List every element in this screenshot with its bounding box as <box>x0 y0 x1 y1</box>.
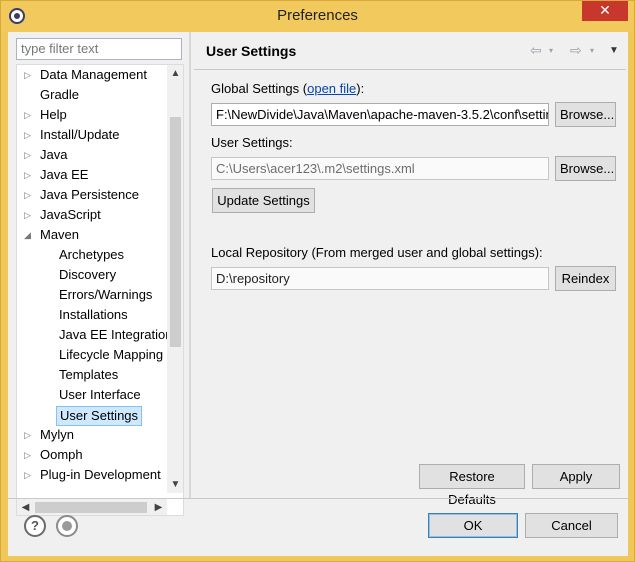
open-file-link[interactable]: open file <box>307 81 356 96</box>
title-bar[interactable]: Preferences ✕ <box>1 1 634 32</box>
collapsed-arrow-icon[interactable]: ▷ <box>24 65 34 85</box>
view-menu-icon[interactable]: ▼ <box>609 45 619 56</box>
cancel-button[interactable]: Cancel <box>525 513 618 538</box>
tree-item-label: Java <box>40 147 68 162</box>
scroll-thumb-horizontal[interactable] <box>35 502 147 513</box>
tree-item[interactable]: ▷ Mylyn <box>17 425 167 445</box>
help-icon[interactable]: ? <box>24 515 46 537</box>
tree-item[interactable]: Discovery <box>17 265 167 285</box>
page-title: User Settings <box>206 43 297 59</box>
tree-item-label: Templates <box>59 367 119 382</box>
global-settings-label-suffix: ): <box>356 81 365 96</box>
user-browse-button[interactable]: Browse... <box>555 156 616 181</box>
tree-item-label: Oomph <box>40 447 83 462</box>
tree-item[interactable]: Lifecycle Mapping <box>17 345 167 365</box>
tree-item[interactable]: Archetypes <box>17 245 167 265</box>
pane-divider[interactable] <box>189 32 191 498</box>
tree-item-label: Install/Update <box>40 127 120 142</box>
scroll-right-icon[interactable]: ▶ <box>150 499 167 515</box>
tree-item-label: Data Management <box>40 67 147 82</box>
tree-item-label: User Settings <box>56 406 143 426</box>
tree-item-label: Plug-in Development <box>40 467 161 482</box>
tree-item[interactable]: Installations <box>17 305 167 325</box>
tree-item[interactable]: User Settings <box>17 405 167 426</box>
footer-separator <box>8 498 628 499</box>
preferences-tree: ▷ Plug-in Development ▷ Oomph ▷ Mylyn User Set… <box>16 64 184 516</box>
tree-vertical-scrollbar[interactable]: ▲ ▼ <box>167 65 183 493</box>
tree-item[interactable]: User Interface <box>17 385 167 405</box>
tree-item-label: Installations <box>59 307 128 322</box>
reindex-button[interactable]: Reindex <box>555 266 616 291</box>
window-title: Preferences <box>277 7 358 24</box>
tree-item-label: Java EE Integration <box>59 327 173 342</box>
scroll-down-icon[interactable]: ▼ <box>167 476 183 493</box>
tree-item[interactable]: ◢ Maven <box>17 225 167 245</box>
tree-item-label: Help <box>40 107 67 122</box>
update-settings-button[interactable]: Update Settings <box>212 188 315 213</box>
collapsed-arrow-icon[interactable]: ▷ <box>24 145 34 165</box>
tree-item-label: Discovery <box>59 267 117 282</box>
collapsed-arrow-icon[interactable]: ▷ <box>24 185 34 205</box>
collapsed-arrow-icon[interactable]: ▷ <box>24 425 34 445</box>
collapsed-arrow-icon[interactable]: ▷ <box>24 105 34 125</box>
tree-item[interactable]: ▷ Plug-in Development <box>17 465 167 485</box>
tree-item[interactable]: Java EE Integration <box>17 325 172 345</box>
preferences-window: Preferences ✕ type filter text ▷ Plug-in … <box>0 0 635 562</box>
tree-item[interactable]: ▷ Data Management <box>17 65 167 85</box>
ok-button[interactable]: OK <box>428 513 518 538</box>
global-settings-label: Global Settings (open file): <box>211 81 364 96</box>
tree-item-label: Errors/Warnings <box>59 287 153 302</box>
tree-item[interactable]: Templates <box>17 365 167 385</box>
tree-item-label: Mylyn <box>40 427 74 442</box>
tree-item[interactable]: ▷ JavaScript <box>17 205 167 225</box>
scroll-up-icon[interactable]: ▲ <box>167 65 183 82</box>
collapsed-arrow-icon[interactable]: ▷ <box>24 165 34 185</box>
close-button[interactable]: ✕ <box>582 1 628 21</box>
tree-item-label: Java Persistence <box>40 187 139 202</box>
apply-button[interactable]: Apply <box>532 464 620 489</box>
user-settings-label: User Settings: <box>211 135 293 150</box>
tree-item-label: Java EE <box>40 167 89 182</box>
tree-item-label: Lifecycle Mapping <box>59 347 164 362</box>
collapsed-arrow-icon[interactable]: ▷ <box>24 125 34 145</box>
local-repository-label: Local Repository (From merged user and g… <box>211 245 543 260</box>
tree-item[interactable]: ▷ Java <box>17 145 167 165</box>
tree-horizontal-scrollbar[interactable]: ◀ ▶ <box>17 499 167 515</box>
forward-arrow-icon[interactable]: ⇨ <box>570 42 582 59</box>
import-export-icon[interactable] <box>56 515 78 537</box>
tree-item-label: Maven <box>40 227 80 242</box>
back-dropdown-icon[interactable]: ▾ <box>549 46 553 55</box>
collapsed-arrow-icon[interactable]: ▷ <box>24 445 34 465</box>
scroll-thumb[interactable] <box>170 117 181 347</box>
tree-item[interactable]: Gradle <box>17 85 167 105</box>
tree-item[interactable]: ▷ Install/Update <box>17 125 167 145</box>
collapsed-arrow-icon[interactable]: ▷ <box>24 465 34 485</box>
back-arrow-icon[interactable]: ⇦ <box>530 42 542 59</box>
scroll-left-icon[interactable]: ◀ <box>17 499 34 515</box>
forward-dropdown-icon[interactable]: ▾ <box>590 46 594 55</box>
collapsed-arrow-icon[interactable]: ▷ <box>24 205 34 225</box>
dialog-client-area: type filter text ▷ Plug-in Development ▷ Oo… <box>8 32 628 556</box>
tree-item[interactable]: ▷ Java Persistence <box>17 185 167 205</box>
tree-item-label: User Interface <box>59 387 141 402</box>
tree-item[interactable]: ▷ Help <box>17 105 167 125</box>
tree-item[interactable]: ▷ Java EE <box>17 165 167 185</box>
global-settings-field[interactable]: F:\NewDivide\Java\Maven\apache-maven-3.5… <box>211 103 549 126</box>
local-repository-field: D:\repository <box>211 267 549 290</box>
page-header: User Settings ⇦ ▾ ⇨ ▾ ▼ <box>194 32 626 70</box>
tree-item[interactable]: ▷ Oomph <box>17 445 167 465</box>
tree-item-label: Archetypes <box>59 247 125 262</box>
user-settings-field[interactable]: C:\Users\acer123\.m2\settings.xml <box>211 157 549 180</box>
tree-item-label: JavaScript <box>40 207 101 222</box>
tree-item-label: Gradle <box>40 87 80 102</box>
filter-input[interactable]: type filter text <box>16 38 182 60</box>
global-browse-button[interactable]: Browse... <box>555 102 616 127</box>
restore-defaults-button[interactable]: Restore Defaults <box>419 464 525 507</box>
global-settings-label-text: Global Settings ( <box>211 81 308 96</box>
tree-item[interactable]: Errors/Warnings <box>17 285 167 305</box>
expanded-arrow-icon[interactable]: ◢ <box>24 225 34 245</box>
